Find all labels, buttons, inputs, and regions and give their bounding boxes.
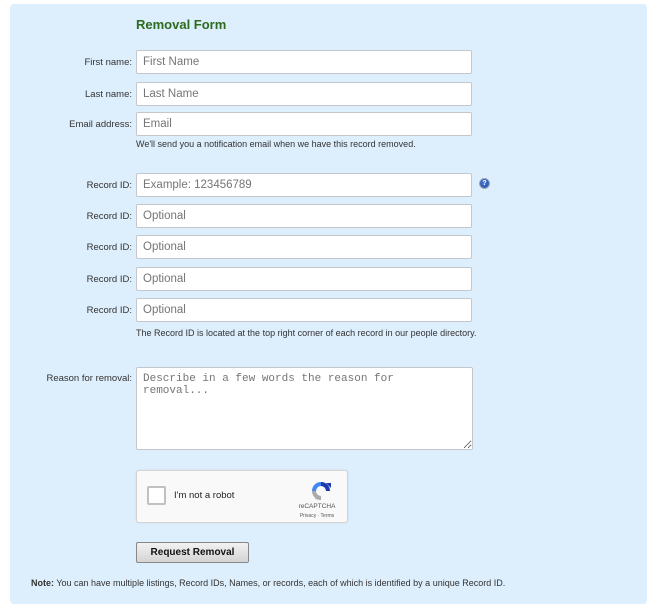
record-id-label-2: Record ID: [86, 211, 132, 222]
recaptcha-links[interactable]: Privacy · Terms [287, 513, 347, 519]
record-id-label-5: Record ID: [86, 305, 132, 316]
note-body: You can have multiple listings, Record I… [56, 578, 506, 588]
first-name-input[interactable] [136, 50, 472, 74]
email-input[interactable] [136, 112, 472, 136]
recaptcha-logo-icon [312, 482, 331, 500]
record-id-input-1[interactable] [136, 173, 472, 197]
recaptcha-brand: reCAPTCHA [298, 503, 336, 510]
record-id-label-4: Record ID: [86, 274, 132, 285]
record-id-label-1: Record ID: [86, 180, 132, 191]
recaptcha-checkbox[interactable] [147, 486, 166, 505]
form-title: Removal Form [136, 17, 227, 32]
recaptcha-widget: I'm not a robot reCAPTCHA Privacy · Term… [136, 470, 348, 523]
email-hint: We'll send you a notification email when… [136, 139, 416, 149]
record-id-input-3[interactable] [136, 235, 472, 259]
reason-textarea[interactable] [136, 367, 473, 450]
last-name-input[interactable] [136, 82, 472, 106]
record-id-hint: The Record ID is located at the top righ… [136, 328, 477, 338]
help-icon[interactable]: ? [479, 178, 490, 189]
record-id-label-3: Record ID: [86, 242, 132, 253]
note-text: Note: You can have multiple listings, Re… [31, 578, 505, 588]
request-removal-button[interactable]: Request Removal [136, 542, 249, 563]
record-id-input-4[interactable] [136, 267, 472, 291]
note-prefix: Note: [31, 578, 54, 588]
first-name-label: First name: [84, 57, 132, 68]
recaptcha-label: I'm not a robot [174, 490, 235, 501]
record-id-input-2[interactable] [136, 204, 472, 228]
record-id-input-5[interactable] [136, 298, 472, 322]
reason-label: Reason for removal: [46, 373, 132, 384]
last-name-label: Last name: [85, 89, 132, 100]
email-label: Email address: [69, 119, 132, 130]
